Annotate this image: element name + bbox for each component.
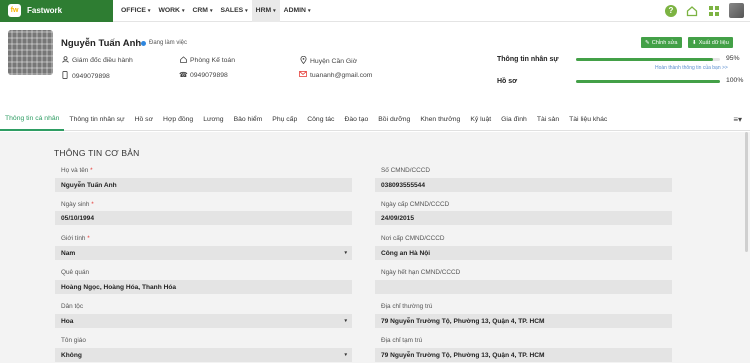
tab-hr-info[interactable]: Thông tin nhân sự [64, 109, 129, 131]
field-label-id-issue-place: Nơi cấp CMND/CCCD [381, 235, 445, 242]
tab-development[interactable]: Bồi dưỡng [373, 109, 415, 131]
chevron-down-icon: ▾ [307, 7, 311, 14]
gender-select[interactable]: Nam ▾ [55, 246, 352, 260]
tab-allowance[interactable]: Phụ cấp [267, 109, 302, 131]
profile-name: Nguyễn Tuấn Anh [61, 38, 142, 49]
field-label-id-expiry: Ngày hết hạn CMND/CCCD [381, 269, 461, 276]
nav-crm[interactable]: CRM ▾ [188, 0, 216, 22]
temporary-address-field[interactable]: 79 Nguyễn Trường Tộ, Phường 13, Quận 4, … [375, 348, 672, 362]
top-icons: ? [665, 3, 744, 18]
hr-info-progress-bar [576, 58, 720, 61]
religion-select[interactable]: Không ▾ [55, 348, 352, 362]
info-department: Phòng Kế toán [179, 56, 235, 65]
tabs-menu-icon[interactable]: ≡▾ [733, 115, 742, 124]
tab-family[interactable]: Gia đình [496, 109, 532, 131]
complete-info-link[interactable]: Hoàn thành thông tin của bạn >> [655, 65, 728, 71]
fastwork-logo-icon: fw [8, 4, 21, 17]
edit-button[interactable]: ✎ Chỉnh sửa [641, 37, 682, 48]
mail-icon [299, 71, 307, 79]
field-label-hometown: Quê quán [61, 269, 90, 276]
chevron-down-icon: ▾ [344, 318, 347, 324]
info-mobile: 0949079898 [61, 71, 110, 81]
nav-work[interactable]: WORK ▾ [154, 0, 188, 22]
chevron-down-icon: ▾ [344, 250, 347, 256]
info-position: Giám đốc điều hành [61, 56, 133, 65]
brand-name: Fastwork [27, 6, 63, 15]
id-expiry-field[interactable] [375, 280, 672, 294]
chevron-down-icon: ▾ [147, 7, 151, 14]
profile-header: Nguyễn Tuấn Anh Đang làm việc Giám đốc đ… [0, 22, 750, 92]
hometown-field[interactable]: Hoàng Ngọc, Hoàng Hóa, Thanh Hóa [55, 280, 352, 294]
birthdate-field[interactable]: 05/10/1994 [55, 211, 352, 225]
person-icon [61, 56, 69, 65]
nav-sales[interactable]: SALES ▾ [216, 0, 251, 22]
profile-progress-fill [576, 80, 720, 83]
permanent-address-field[interactable]: 79 Nguyễn Trường Tộ, Phường 13, Quận 4, … [375, 314, 672, 328]
help-icon[interactable]: ? [665, 4, 677, 17]
nav-hrm[interactable]: HRM ▾ [251, 0, 280, 22]
tab-contracts[interactable]: Hợp đồng [158, 109, 198, 131]
nav-admin[interactable]: ADMIN ▾ [280, 0, 315, 22]
chevron-down-icon: ▾ [245, 7, 248, 14]
chevron-down-icon: ▾ [181, 7, 185, 14]
map-pin-icon [299, 55, 307, 66]
profile-photo [8, 30, 53, 75]
main-menu: OFFICE ▾ WORK ▾ CRM ▾ SALES ▾ HRM ▾ ADMIN ▾ [117, 0, 314, 22]
user-avatar[interactable] [729, 3, 744, 18]
tab-training[interactable]: Đào tạo [339, 109, 373, 131]
edit-icon: ✎ [645, 39, 650, 46]
info-phone: ☎ 0949079898 [179, 71, 228, 80]
profile-progress-label: Hồ sơ [497, 78, 518, 85]
field-label-fullname: Họ và tên * [61, 167, 93, 174]
tab-discipline[interactable]: Kỷ luật [465, 109, 496, 131]
building-icon [179, 56, 187, 65]
tab-insurance[interactable]: Bảo hiểm [229, 109, 268, 131]
hr-info-progress-value: 95% [726, 55, 740, 62]
tab-personal-info[interactable]: Thông tin cá nhân [0, 109, 65, 131]
tab-business-trip[interactable]: Công tác [302, 109, 339, 131]
id-issue-place-field[interactable]: Công an Hà Nội [375, 246, 672, 260]
tab-salary[interactable]: Lương [198, 109, 228, 131]
fullname-field[interactable]: Nguyễn Tuấn Anh [55, 178, 352, 192]
info-email[interactable]: tuananh@gmail.com [299, 71, 372, 79]
top-navbar: fw Fastwork OFFICE ▾ WORK ▾ CRM ▾ SALES ▾ HR… [0, 0, 750, 22]
scrollbar[interactable] [745, 132, 748, 252]
field-label-gender: Giới tính * [61, 235, 90, 242]
brand[interactable]: fw Fastwork [0, 0, 113, 22]
nav-office[interactable]: OFFICE ▾ [117, 0, 154, 22]
hr-info-progress-fill [576, 58, 713, 61]
status-badge: Đang làm việc [141, 40, 187, 46]
chevron-down-icon: ▾ [344, 352, 347, 358]
tab-assets[interactable]: Tài sản [532, 109, 564, 131]
profile-progress-bar [576, 80, 720, 83]
profile-progress-value: 100% [726, 77, 744, 84]
field-label-id-issue-date: Ngày cấp CMND/CCCD [381, 201, 450, 208]
ethnicity-select[interactable]: Hoa ▾ [55, 314, 352, 328]
section-title: THÔNG TIN CƠ BẢN [54, 148, 140, 158]
chevron-down-icon: ▾ [209, 7, 213, 14]
info-location: Huyện Cần Giờ [299, 55, 357, 66]
chevron-down-icon: ▾ [273, 7, 276, 14]
export-button[interactable]: ⬇ Xuất dữ liệu [688, 37, 733, 48]
telephone-icon: ☎ [179, 72, 188, 79]
id-number-field[interactable]: 038093555544 [375, 178, 672, 192]
home-icon[interactable] [685, 4, 699, 18]
tab-records[interactable]: Hồ sơ [130, 109, 158, 131]
personal-info-panel: THÔNG TIN CƠ BẢN Họ và tên * Nguyễn Tuấn… [0, 132, 750, 363]
field-label-temporary-address: Địa chỉ tạm trú [381, 337, 423, 344]
hr-info-progress-label: Thông tin nhân sự [497, 56, 559, 63]
tab-rewards[interactable]: Khen thưởng [415, 109, 465, 131]
profile-tabs: Thông tin cá nhân Thông tin nhân sự Hồ s… [0, 109, 750, 131]
field-label-id-number: Số CMND/CCCD [381, 167, 430, 174]
field-label-permanent-address: Địa chỉ thường trú [381, 303, 433, 310]
field-label-ethnicity: Dân tộc [61, 303, 84, 310]
field-label-religion: Tôn giáo [61, 337, 86, 344]
mobile-phone-icon [61, 71, 69, 81]
download-icon: ⬇ [692, 39, 697, 46]
status-dot-icon [141, 40, 146, 46]
field-label-birthdate: Ngày sinh * [61, 201, 94, 208]
id-issue-date-field[interactable]: 24/09/2015 [375, 211, 672, 225]
apps-icon[interactable] [707, 4, 721, 18]
tab-other-documents[interactable]: Tài liệu khác [564, 109, 612, 131]
